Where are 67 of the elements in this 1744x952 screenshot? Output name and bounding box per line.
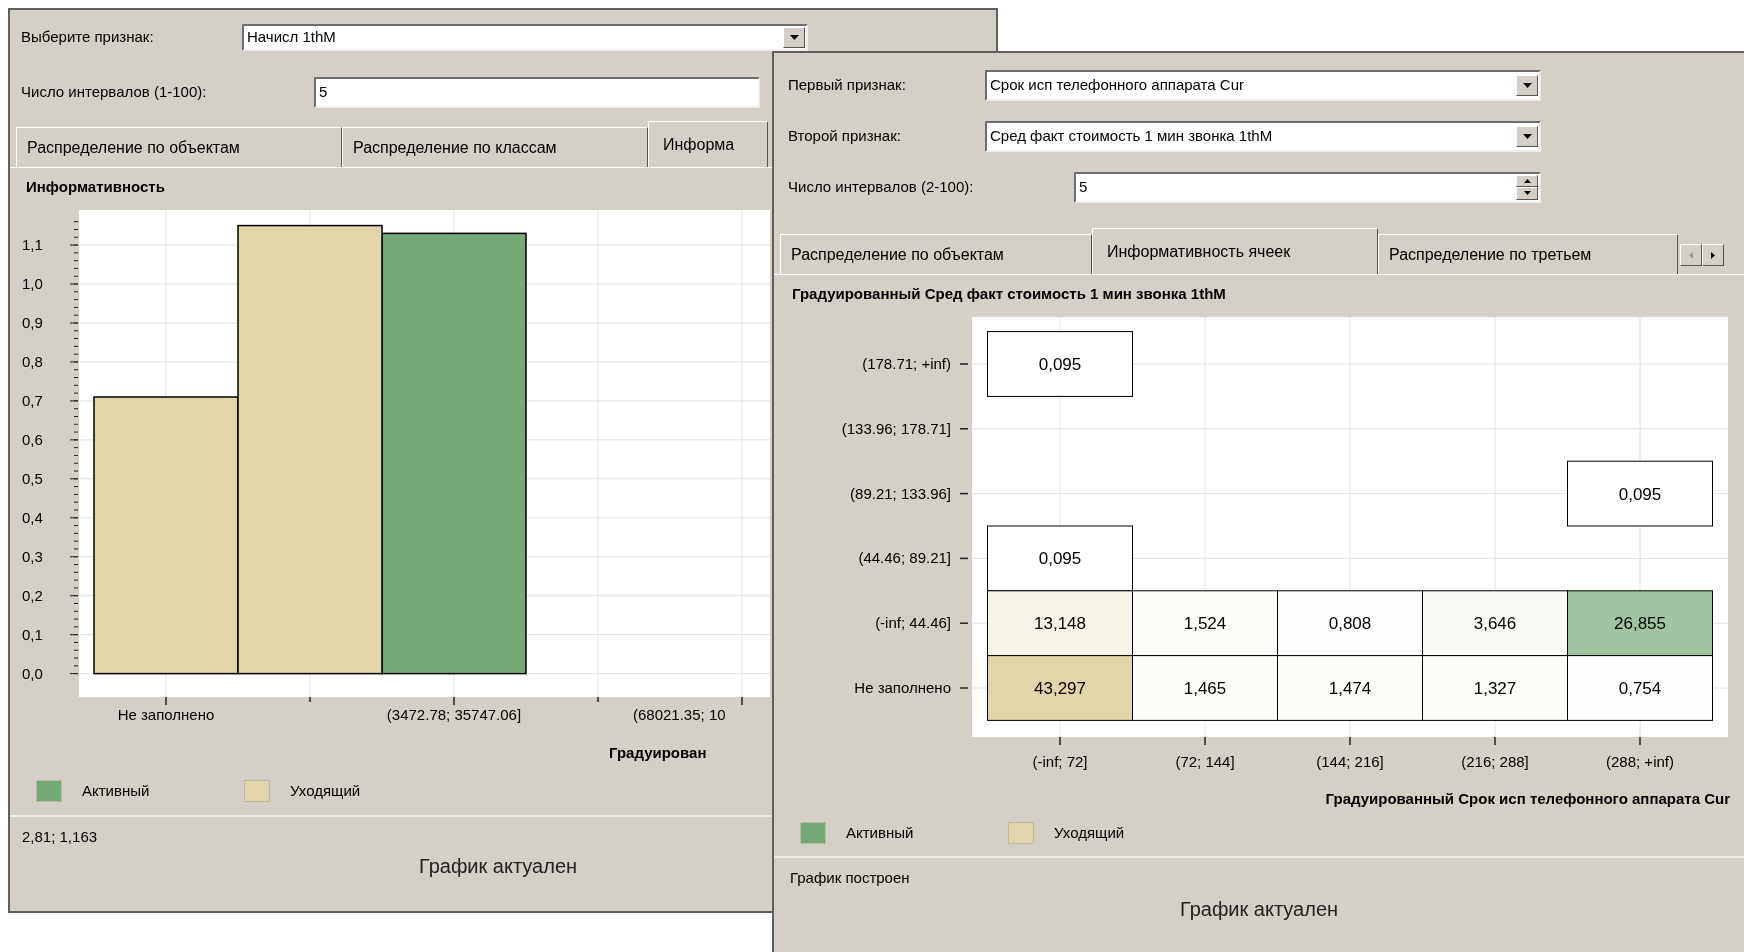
tick-label: Не заполнено xyxy=(854,679,951,696)
cell-value: 0,095 xyxy=(1618,484,1662,504)
cell-value: 0,808 xyxy=(1328,614,1372,634)
legend-label: Уходящий xyxy=(290,780,361,801)
cell-value: 1,465 xyxy=(1183,679,1227,698)
cell-value: 3,646 xyxy=(1473,614,1517,634)
dropdown[interactable]: Срок исп телефонного аппарата Cur xyxy=(985,69,1541,101)
tick-label: (216; 288] xyxy=(1461,753,1529,770)
field-label: Число интервалов (2-100): xyxy=(788,176,975,197)
tick-label: (288; +inf) xyxy=(1606,753,1674,770)
tick-label: (44.46; 89.21] xyxy=(858,549,951,567)
cell-value: 0,095 xyxy=(1038,355,1082,374)
cell-value: 0,754 xyxy=(1618,679,1662,698)
tab[interactable]: Распределение по объектам xyxy=(780,234,1092,274)
tick-label: (-inf; 72] xyxy=(1032,753,1088,770)
tick-label: 1,1 xyxy=(22,236,43,254)
tick-label: 0,1 xyxy=(22,625,43,643)
tick-label: (72; 144] xyxy=(1175,753,1235,770)
tab[interactable]: Распределение по классам xyxy=(342,127,648,167)
tick-label: 0,5 xyxy=(22,469,43,487)
status-text: 2,81; 1,163 xyxy=(22,828,98,845)
status-message: График актуален xyxy=(418,854,578,879)
tick-label: 0,6 xyxy=(22,430,43,448)
tick-label: 0,4 xyxy=(22,508,43,526)
chart-title: Градуированный Сред факт стоимость 1 мин звонка 1thM xyxy=(792,284,1226,304)
tick-label: 0,3 xyxy=(22,547,43,565)
tick-label: (144; 216] xyxy=(1316,753,1384,770)
tick-label: (178.71; +inf) xyxy=(862,355,951,372)
spin-field[interactable]: 5 xyxy=(1074,171,1541,203)
field-label: Первый признак: xyxy=(788,74,907,95)
status-message: График актуален xyxy=(1179,897,1339,922)
cell-value: 26,855 xyxy=(1614,614,1666,634)
tick-label: 0,7 xyxy=(22,391,43,409)
cell-value: 13,148 xyxy=(1034,614,1086,634)
tick-label: (133.96; 178.71] xyxy=(841,419,951,437)
input-field[interactable]: 5 xyxy=(314,76,760,108)
tick-label: Не заполнено xyxy=(117,706,215,723)
tab[interactable]: Информа xyxy=(648,121,768,167)
legend-label: Активный xyxy=(846,822,914,843)
cell-value: 1,474 xyxy=(1328,679,1372,698)
tab[interactable]: Распределение по третьем xyxy=(1378,234,1678,274)
tick-label: (-inf; 44.46] xyxy=(875,614,951,632)
field-label: Выберите признак: xyxy=(21,26,155,47)
cell-value: 0,095 xyxy=(1038,549,1082,569)
tick-label: 0,9 xyxy=(22,314,43,331)
tick-label: 0,0 xyxy=(22,664,43,682)
tab[interactable]: Информативность ячеек xyxy=(1092,228,1378,274)
field-label: Число интервалов (1-100): xyxy=(21,81,208,102)
axis-title: Градуированный Срок исп телефонного аппарата Cur xyxy=(1325,790,1730,807)
tab[interactable]: Распределение по объектам xyxy=(16,127,342,167)
tick-label: (3472.78; 35747.06] xyxy=(386,706,522,723)
cell-value: 1,327 xyxy=(1473,679,1517,698)
tick-label: (68021.35; 10 xyxy=(633,706,726,723)
tick-label: 1,0 xyxy=(22,275,43,292)
legend-label: Уходящий xyxy=(1054,822,1125,843)
axis-title: Градуирован xyxy=(609,744,707,761)
tick-label: 0,8 xyxy=(22,352,43,370)
cell-value: 43,297 xyxy=(1034,679,1086,698)
field-label: Второй признак: xyxy=(788,125,902,146)
dropdown[interactable]: Сред факт стоимость 1 мин звонка 1thM xyxy=(985,120,1541,152)
cell-value: 1,524 xyxy=(1183,614,1227,634)
status-text: График построен xyxy=(790,869,910,886)
chart-title: Информативность xyxy=(26,177,165,197)
tick-label: 0,2 xyxy=(22,586,43,604)
legend-label: Активный xyxy=(82,780,150,801)
tick-label: (89.21; 133.96] xyxy=(850,484,951,502)
dropdown[interactable]: Начисл 1thM xyxy=(242,23,808,51)
